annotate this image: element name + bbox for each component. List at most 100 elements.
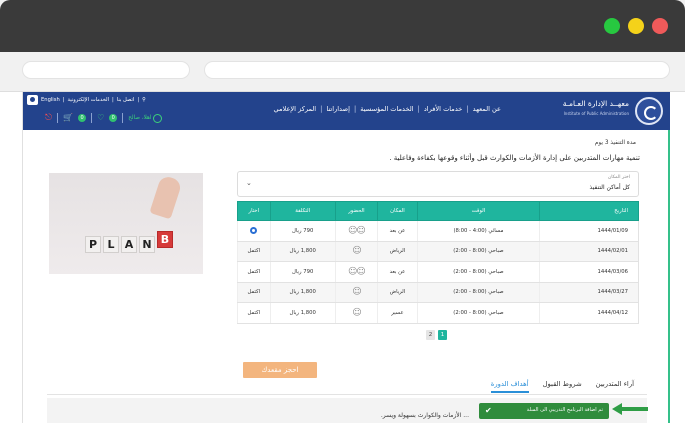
cart-icon[interactable]: 🛒 [63,113,73,123]
cell-choose[interactable] [237,220,271,242]
nav-separator: | [353,105,357,113]
cell-choose: اكتمل [237,261,271,283]
utility-area: English | الخدمات الإلكترونية | اتصل بنا… [27,95,177,128]
page-1-button[interactable]: 1 [438,330,447,340]
nav-item-corporate-services[interactable]: الخدمات المؤسسية [360,105,413,113]
table-row[interactable]: 1444/01/09 مسائي (4:00 - 8:00) عن بعد ☺☺… [237,220,639,242]
maximize-button[interactable] [604,18,620,34]
language-link[interactable]: English [41,97,60,103]
header-choose: اختار [237,201,271,221]
tab-objectives[interactable]: أهداف الدورة [490,380,529,393]
cell-cost: 790 ريال [269,261,336,283]
cell-time: صباحي (8:00 - 2:00) [416,282,540,303]
cell-place: عن بعد [377,220,418,242]
icon-separator [57,113,59,123]
logo-text-en: Institute of Public Administration [563,111,629,116]
language-icon[interactable] [27,95,38,105]
logo-emblem-icon [635,97,663,125]
schedule-table: التاريخ الوقت المكان الحضور التكلفة اختا… [237,201,639,324]
favorites-icon[interactable]: ♡ [97,113,104,123]
cell-date: 1444/02/01 [539,241,639,262]
cell-place: عسير [377,302,418,324]
nav-separator: | [417,105,420,113]
cart-count-badge: 0 [78,114,87,122]
people-icon: ☺☺ [348,225,366,236]
cell-date: 1444/04/12 [539,302,639,324]
people-icon: ☺☺ [348,266,366,277]
search-icon[interactable]: ⚲ [142,97,146,103]
cell-date: 1444/03/06 [539,261,639,283]
web-page: معهــد الإدارة العـامـة Institute of Pub… [22,92,670,423]
location-select[interactable]: اختر المكان كل أماكن التنفيذ ⌄ [237,171,639,197]
nav-separator: | [320,105,323,113]
person-icon: ☺ [352,307,361,318]
cell-place: عن بعد [377,261,418,283]
course-title: تنمية مهارات المتدربين على إدارة الأزمات… [389,154,640,162]
table-row[interactable]: 1444/04/12 صباحي (8:00 - 2:00) عسير ☺ 1,… [237,302,639,324]
header-place: المكان [377,201,418,221]
logout-icon[interactable]: ⎋ [45,113,52,123]
nav-separator: | [466,105,469,113]
select-radio[interactable] [250,227,258,235]
table-row[interactable]: 1444/03/06 صباحي (8:00 - 2:00) عن بعد ☺☺… [237,261,639,283]
nav-item-about[interactable]: عن المعهد [473,105,501,113]
hand-graphic [149,174,183,220]
site-logo[interactable]: معهــد الإدارة العـامـة Institute of Pub… [553,97,663,125]
book-seat-button[interactable]: احجز مقعدك [243,362,317,378]
cell-attendance: ☺☺ [334,220,378,242]
nav-item-media-center[interactable]: المركز الإعلامي [273,105,316,113]
location-label: اختر المكان [607,175,630,180]
browser-tab-bar[interactable] [22,61,190,79]
header-date: التاريخ [539,201,639,221]
header-attendance: الحضور [334,201,379,221]
cube-letter: A [121,236,137,253]
user-avatar-icon [153,113,163,123]
window-titlebar [0,0,685,52]
course-image: P L A N B [49,173,203,274]
arrow-shaft [621,407,648,411]
cell-time: صباحي (8:00 - 2:00) [416,261,540,283]
minimize-button[interactable] [628,18,644,34]
course-duration: مدة التنفيذ 3 يوم [594,140,636,146]
contact-link[interactable]: اتصل بنا [117,97,135,103]
chevron-down-icon: ⌄ [246,179,252,187]
cell-choose: اكتمل [237,282,271,303]
cell-cost: 1,800 ريال [269,241,336,262]
cell-attendance: ☺☺ [334,261,378,283]
table-row[interactable]: 1444/02/01 صباحي (8:00 - 2:00) الرياض ☺ … [237,241,639,262]
check-icon: ✔ [485,406,492,415]
page-2-button[interactable]: 2 [426,330,435,340]
person-icon: ☺ [352,287,361,298]
account-icons: ⎋ 🛒 0 ♡ 0 اهلا، صالح [45,113,163,123]
tab-admission[interactable]: شروط القبول [543,380,582,393]
tab-reviews[interactable]: آراء المتدربين [596,380,634,393]
nav-item-individual-services[interactable]: خدمات الأفراد [424,105,463,113]
close-button[interactable] [652,18,668,34]
cube-letter: L [103,236,119,253]
logo-text-ar: معهــد الإدارة العـامـة [562,99,629,108]
address-bar[interactable] [204,61,670,79]
cell-time: مسائي (4:00 - 8:00) [416,220,540,242]
arrow-left-icon [612,403,648,415]
cell-time: صباحي (8:00 - 2:00) [416,302,540,324]
toast-notification: ✔ تم اضافة البرنامج التدريبي الى السلة [479,403,609,419]
cell-attendance: ☺ [334,241,378,262]
cell-attendance: ☺ [334,302,378,324]
user-greeting: اهلا، صالح [128,115,152,121]
nav-item-publications[interactable]: إصداراتنا [326,105,350,113]
top-navbar: معهــد الإدارة العـامـة Institute of Pub… [23,92,670,130]
link-separator: | [112,97,114,103]
toast-message: تم اضافة البرنامج التدريبي الى السلة [526,407,603,413]
icon-separator [122,113,124,123]
user-menu[interactable]: اهلا، صالح [128,113,163,123]
cell-date: 1444/03/27 [539,282,639,303]
cell-cost: 1,800 ريال [269,282,336,303]
tabs-divider [47,394,647,395]
table-row[interactable]: 1444/03/27 صباحي (8:00 - 2:00) الرياض ☺ … [237,282,639,303]
course-tabs: أهداف الدورة شروط القبول آراء المتدربين [490,380,634,393]
cell-choose: اكتمل [237,241,271,262]
eservices-link[interactable]: الخدمات الإلكترونية [67,97,109,103]
link-separator: | [62,97,65,103]
link-separator: | [137,97,140,103]
icon-separator [91,113,93,123]
